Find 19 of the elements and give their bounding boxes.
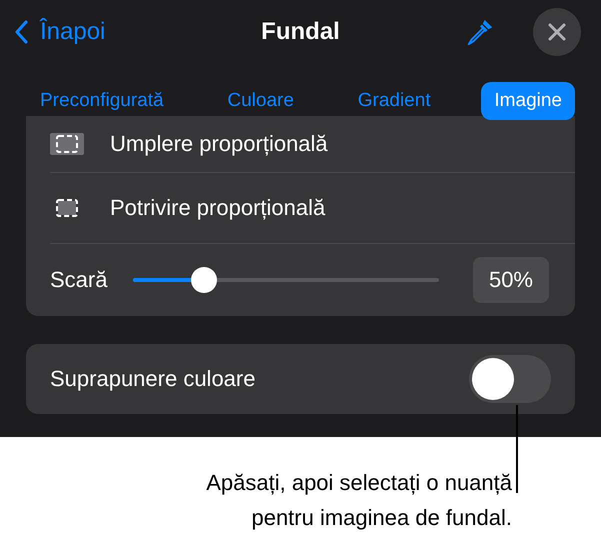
tab[interactable]: Gradient	[344, 82, 444, 120]
back-button[interactable]: Înapoi	[14, 18, 106, 46]
tab[interactable]: Preconfigurată	[27, 82, 177, 120]
toggle-switch[interactable]	[469, 355, 551, 403]
overlay-label: Suprapunere culoare	[50, 366, 256, 392]
scale-label: Scară	[50, 267, 108, 293]
tab[interactable]: Culoare	[214, 82, 307, 120]
option-label[interactable]: Potrivire proporțională	[110, 195, 326, 221]
scale-slider[interactable]	[133, 267, 439, 293]
close-icon	[547, 22, 567, 42]
callout-text: Apăsați, apoi selectați o nuanță pentru imaginea de fundal.	[206, 469, 512, 532]
fill-icon	[50, 133, 84, 155]
tab[interactable]: Imagine	[481, 82, 575, 120]
scale-value-field[interactable]: 50%	[472, 257, 549, 303]
eyedropper-icon[interactable]	[465, 17, 495, 47]
close-button[interactable]	[533, 8, 581, 56]
chevron-icon	[14, 20, 28, 44]
option-label[interactable]: Umplere proporțională	[110, 131, 328, 157]
panel-title: Fundal	[260, 18, 341, 46]
